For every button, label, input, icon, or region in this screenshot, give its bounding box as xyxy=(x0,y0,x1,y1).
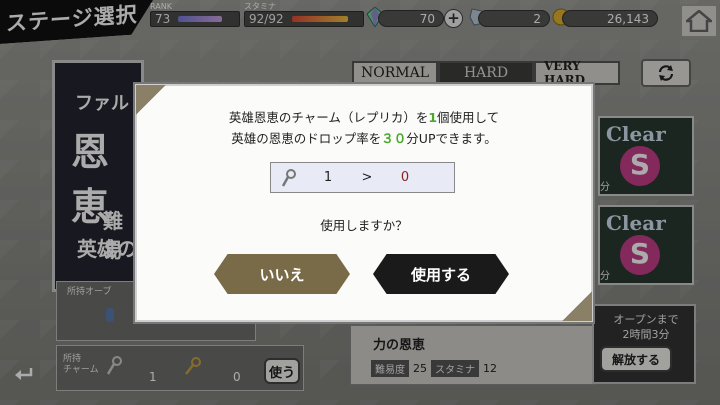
use-charm-dialog: 英雄恩恵のチャーム（レプリカ）を1個使用して 英雄の恩恵のドロップ率を３０分UP… xyxy=(135,84,593,322)
dialog-message: 英雄恩恵のチャーム（レプリカ）を1個使用して 英雄の恩恵のドロップ率を３０分UP… xyxy=(228,110,500,146)
count-after: 0 xyxy=(400,170,410,185)
charm-key-icon xyxy=(281,168,296,187)
confirm-question: 使用しますか？ xyxy=(320,218,408,233)
charm-use-count: 1 xyxy=(428,110,438,125)
count-before: 1 xyxy=(323,170,333,185)
dialog-corner-ornament xyxy=(562,291,592,321)
use-button[interactable]: 使用する xyxy=(373,254,509,294)
no-button[interactable]: いいえ xyxy=(214,254,350,294)
charm-count-change: 1 > 0 xyxy=(270,162,455,193)
arrow-icon: > xyxy=(361,170,373,185)
boost-duration: ３０ xyxy=(381,131,407,146)
